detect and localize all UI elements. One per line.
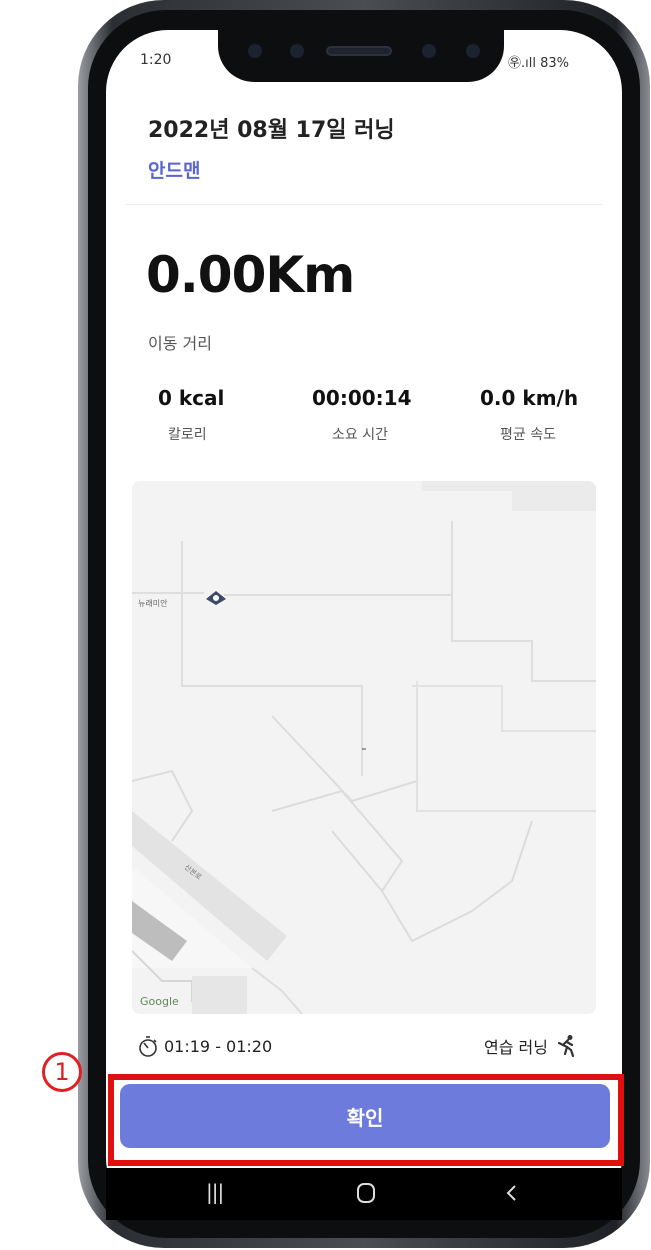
avg-speed-value: 0.0 km/h [480, 386, 579, 410]
duration-label: 소요 시간 [332, 427, 388, 443]
map-canvas: 산본로 [132, 481, 596, 1014]
confirm-button[interactable]: 확인 [120, 1084, 610, 1148]
calories-label: 칼로리 [168, 427, 207, 443]
step-badge: 1 [42, 1052, 82, 1092]
time-range: 01:19 - 01:20 [136, 1034, 272, 1058]
distance-value: 0.00Km [146, 246, 355, 304]
speaker-grille [326, 46, 392, 56]
calories-value: 0 kcal [158, 386, 225, 410]
home-icon[interactable] [356, 1182, 376, 1204]
duration-value: 00:00:14 [312, 386, 412, 410]
runner-icon [557, 1035, 575, 1058]
run-title: 2022년 08월 17일 러닝 [148, 118, 395, 143]
back-icon[interactable] [504, 1184, 518, 1202]
time-range-label: 01:19 - 01:20 [164, 1036, 273, 1056]
user-name[interactable]: 안드맨 [148, 156, 200, 183]
camera-icon [290, 44, 304, 58]
sensor-icon [248, 44, 262, 58]
sensor-icon [466, 44, 480, 58]
header-divider [126, 204, 602, 205]
stopwatch-icon [139, 1036, 157, 1057]
status-time: 1:20 [140, 52, 172, 68]
distance-label: 이동 거리 [148, 334, 212, 353]
route-map[interactable]: 산본로 뉴래미안 Google [132, 481, 596, 1014]
camera-notch [218, 18, 504, 82]
status-indicators: ㉾.ıll 83% [508, 56, 569, 71]
recents-icon[interactable]: ||| [206, 1180, 224, 1204]
google-logo: Google [140, 995, 179, 1008]
map-poi-label: 뉴래미안 [138, 599, 168, 608]
avg-speed-label: 평균 속도 [500, 427, 556, 443]
run-mode: 연습 러닝 [484, 1034, 578, 1058]
run-mode-label: 연습 러닝 [484, 1038, 548, 1057]
camera-icon [422, 44, 436, 58]
